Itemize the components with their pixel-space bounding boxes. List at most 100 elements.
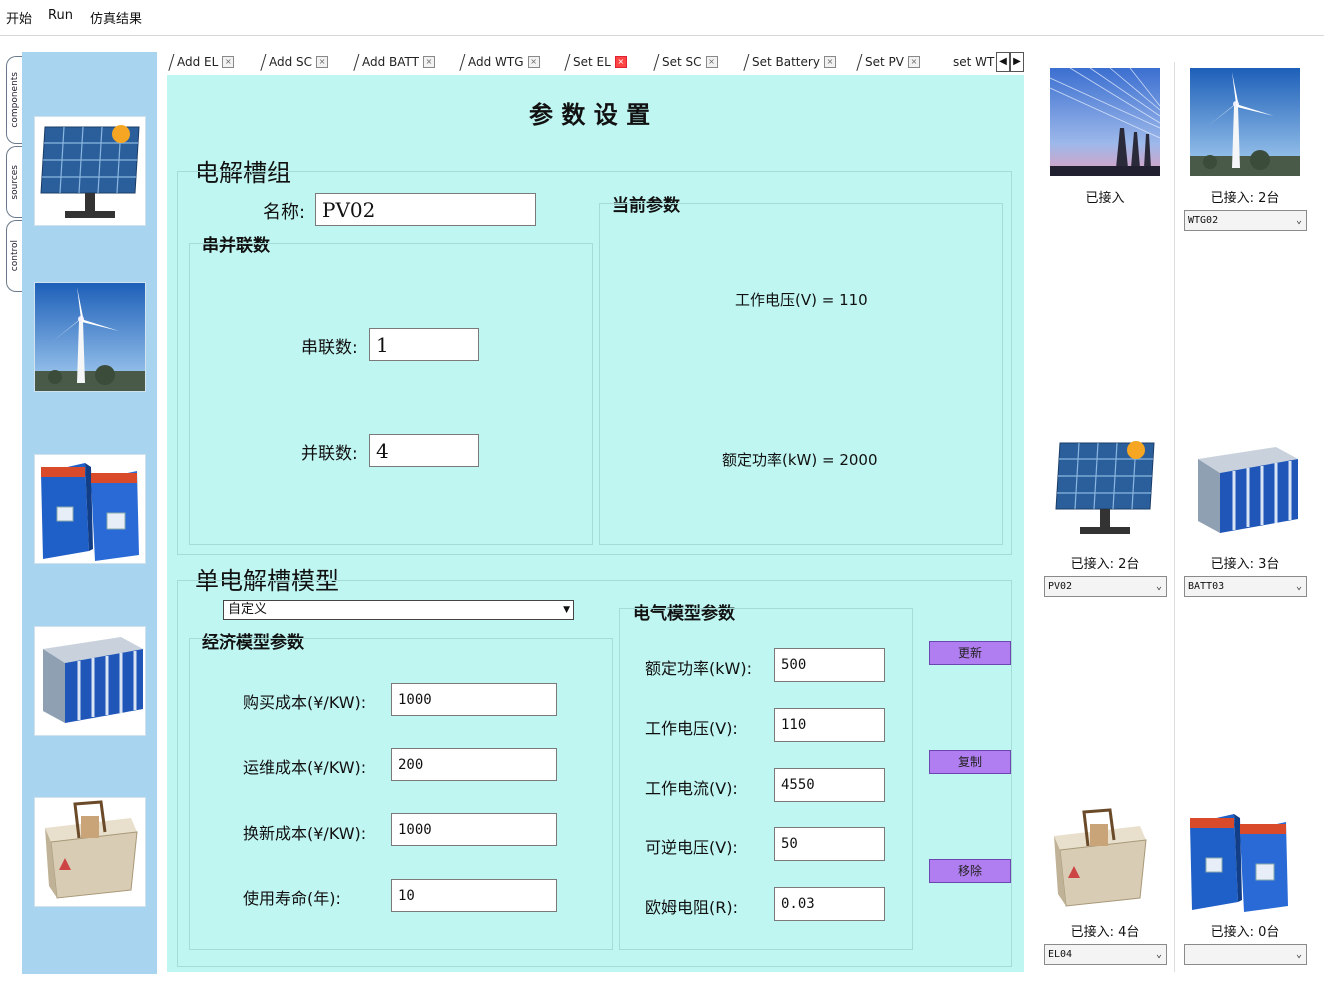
electrolyzer-icon [1044, 805, 1154, 915]
side-tab-control[interactable]: control [6, 220, 23, 292]
wind-turbine-icon [35, 283, 145, 391]
gallery-battery-pack[interactable] [1184, 805, 1294, 915]
tab-set-sc[interactable]: / Set SC × [653, 50, 718, 74]
close-icon[interactable]: × [527, 56, 540, 68]
model-select[interactable]: 自定义 ▼ [223, 600, 574, 620]
power-grid-icon [1050, 67, 1160, 177]
gallery-electrolyzer-label: 已接入: 4台 [1070, 925, 1140, 940]
tab-scroll-left-icon[interactable]: ◀ [996, 52, 1010, 72]
close-icon[interactable]: × [614, 56, 627, 68]
palette-wind-turbine[interactable] [34, 282, 146, 392]
purchase-cost-field[interactable]: 1000 [391, 683, 557, 716]
close-icon[interactable]: × [705, 56, 718, 68]
gallery-container-battery[interactable] [1190, 436, 1300, 546]
series-count-field[interactable]: 1 [369, 328, 479, 361]
om-cost-label: 运维成本(¥/KW): [243, 758, 367, 777]
wind-turbine-icon [1190, 67, 1300, 177]
gallery-solar[interactable] [1050, 432, 1160, 542]
update-button[interactable]: 更新 [929, 641, 1011, 665]
working-voltage-field[interactable]: 110 [774, 708, 885, 742]
working-current-field[interactable]: 4550 [774, 768, 885, 802]
lifetime-label: 使用寿命(年): [243, 889, 341, 908]
rated-power-label: 额定功率(kW): [645, 659, 752, 678]
name-label: 名称: [263, 202, 306, 223]
palette-battery-pack[interactable] [34, 454, 146, 564]
gallery-wind-select[interactable]: WTG02 ⌄ [1184, 210, 1307, 231]
solar-panel-icon [35, 117, 145, 225]
close-icon[interactable]: × [316, 56, 329, 68]
gallery-container-battery-label: 已接入: 3台 [1210, 557, 1280, 572]
tab-add-batt[interactable]: / Add BATT × [353, 50, 436, 74]
chevron-down-icon: ⌄ [1155, 581, 1162, 592]
gallery-electrolyzer[interactable] [1044, 805, 1154, 915]
close-icon[interactable]: × [423, 56, 436, 68]
chevron-down-icon: ⌄ [1295, 215, 1302, 226]
tab-add-sc[interactable]: / Add SC × [260, 50, 329, 74]
remove-button[interactable]: 移除 [929, 859, 1011, 883]
palette-solar-panel[interactable] [34, 116, 146, 226]
ohmic-resistance-field[interactable]: 0.03 [774, 887, 885, 921]
replacement-cost-label: 换新成本(¥/KW): [243, 824, 367, 843]
tab-set-el[interactable]: / Set EL × [564, 50, 627, 74]
tab-set-battery[interactable]: / Set Battery × [743, 50, 836, 74]
ohmic-resistance-label: 欧姆电阻(R): [645, 898, 738, 917]
tab-add-wtg[interactable]: / Add WTG × [459, 50, 540, 74]
chevron-down-icon: ⌄ [1155, 949, 1162, 960]
container-battery-icon [35, 627, 145, 735]
reversible-voltage-label: 可逆电压(V): [645, 838, 738, 857]
gallery-battery-pack-select[interactable]: ⌄ [1184, 944, 1307, 965]
parameter-panel: 参 数 设 置 电解槽组 名称: PV02 串并联数 串联数: 1 并联数: 4… [167, 75, 1024, 972]
menu-start[interactable]: 开始 [6, 8, 32, 27]
working-voltage-readout: 工作电压(V) = 110 [735, 291, 868, 309]
page-title: 参 数 设 置 [529, 100, 651, 129]
working-voltage-label: 工作电压(V): [645, 719, 738, 738]
chevron-down-icon: ⌄ [1295, 581, 1302, 592]
series-count-label: 串联数: [301, 338, 358, 358]
lifetime-field[interactable]: 10 [391, 879, 557, 912]
gallery-wind[interactable] [1190, 67, 1300, 177]
tab-strip: / Add EL × / Add SC × / Add BATT × / Add WTG × /… [165, 50, 1027, 75]
chevron-down-icon: ⌄ [1295, 949, 1302, 960]
name-field[interactable]: PV02 [315, 193, 536, 226]
gallery-grid[interactable] [1050, 67, 1160, 177]
copy-button[interactable]: 复制 [929, 750, 1011, 774]
tab-set-wt[interactable]: set WT [953, 51, 997, 73]
solar-panel-icon [1050, 432, 1160, 542]
container-battery-icon [1190, 436, 1300, 546]
close-icon[interactable]: × [907, 56, 920, 68]
electrolyzer-icon [35, 798, 145, 906]
current-params-group [599, 203, 1003, 545]
purchase-cost-label: 购买成本(¥/KW): [243, 693, 367, 712]
parallel-count-field[interactable]: 4 [369, 434, 479, 467]
tab-set-pv[interactable]: / Set PV × [856, 50, 920, 74]
gallery-electrolyzer-select[interactable]: EL04 ⌄ [1044, 944, 1167, 965]
working-current-label: 工作电流(V): [645, 779, 738, 798]
parallel-count-label: 并联数: [301, 444, 358, 464]
menu-sim-results[interactable]: 仿真结果 [90, 8, 142, 27]
om-cost-field[interactable]: 200 [391, 748, 557, 781]
gallery-battery-pack-label: 已接入: 0台 [1210, 925, 1280, 940]
battery-pack-icon [1184, 805, 1294, 915]
battery-pack-icon [35, 455, 145, 563]
gallery-wind-label: 已接入: 2台 [1210, 191, 1280, 206]
replacement-cost-field[interactable]: 1000 [391, 813, 557, 846]
side-tab-components[interactable]: components [6, 56, 23, 144]
reversible-voltage-field[interactable]: 50 [774, 827, 885, 861]
palette-container-battery[interactable] [34, 626, 146, 736]
palette-electrolyzer[interactable] [34, 797, 146, 907]
side-tab-sources[interactable]: sources [6, 146, 23, 218]
gallery-divider [1174, 62, 1175, 972]
gallery-grid-label: 已接入 [1085, 191, 1125, 206]
gallery-container-battery-select[interactable]: BATT03 ⌄ [1184, 576, 1307, 597]
menu-run[interactable]: Run [48, 8, 73, 23]
tab-add-el[interactable]: / Add EL × [168, 50, 235, 74]
tab-scroll-right-icon[interactable]: ▶ [1010, 52, 1024, 72]
gallery-solar-select[interactable]: PV02 ⌄ [1044, 576, 1167, 597]
rated-power-field[interactable]: 500 [774, 648, 885, 682]
close-icon[interactable]: × [823, 56, 836, 68]
gallery-solar-label: 已接入: 2台 [1070, 557, 1140, 572]
rated-power-readout: 额定功率(kW) = 2000 [722, 451, 878, 469]
series-parallel-group [189, 243, 593, 545]
close-icon[interactable]: × [222, 56, 235, 68]
menu-bar: 开始 Run 仿真结果 [0, 0, 1324, 36]
